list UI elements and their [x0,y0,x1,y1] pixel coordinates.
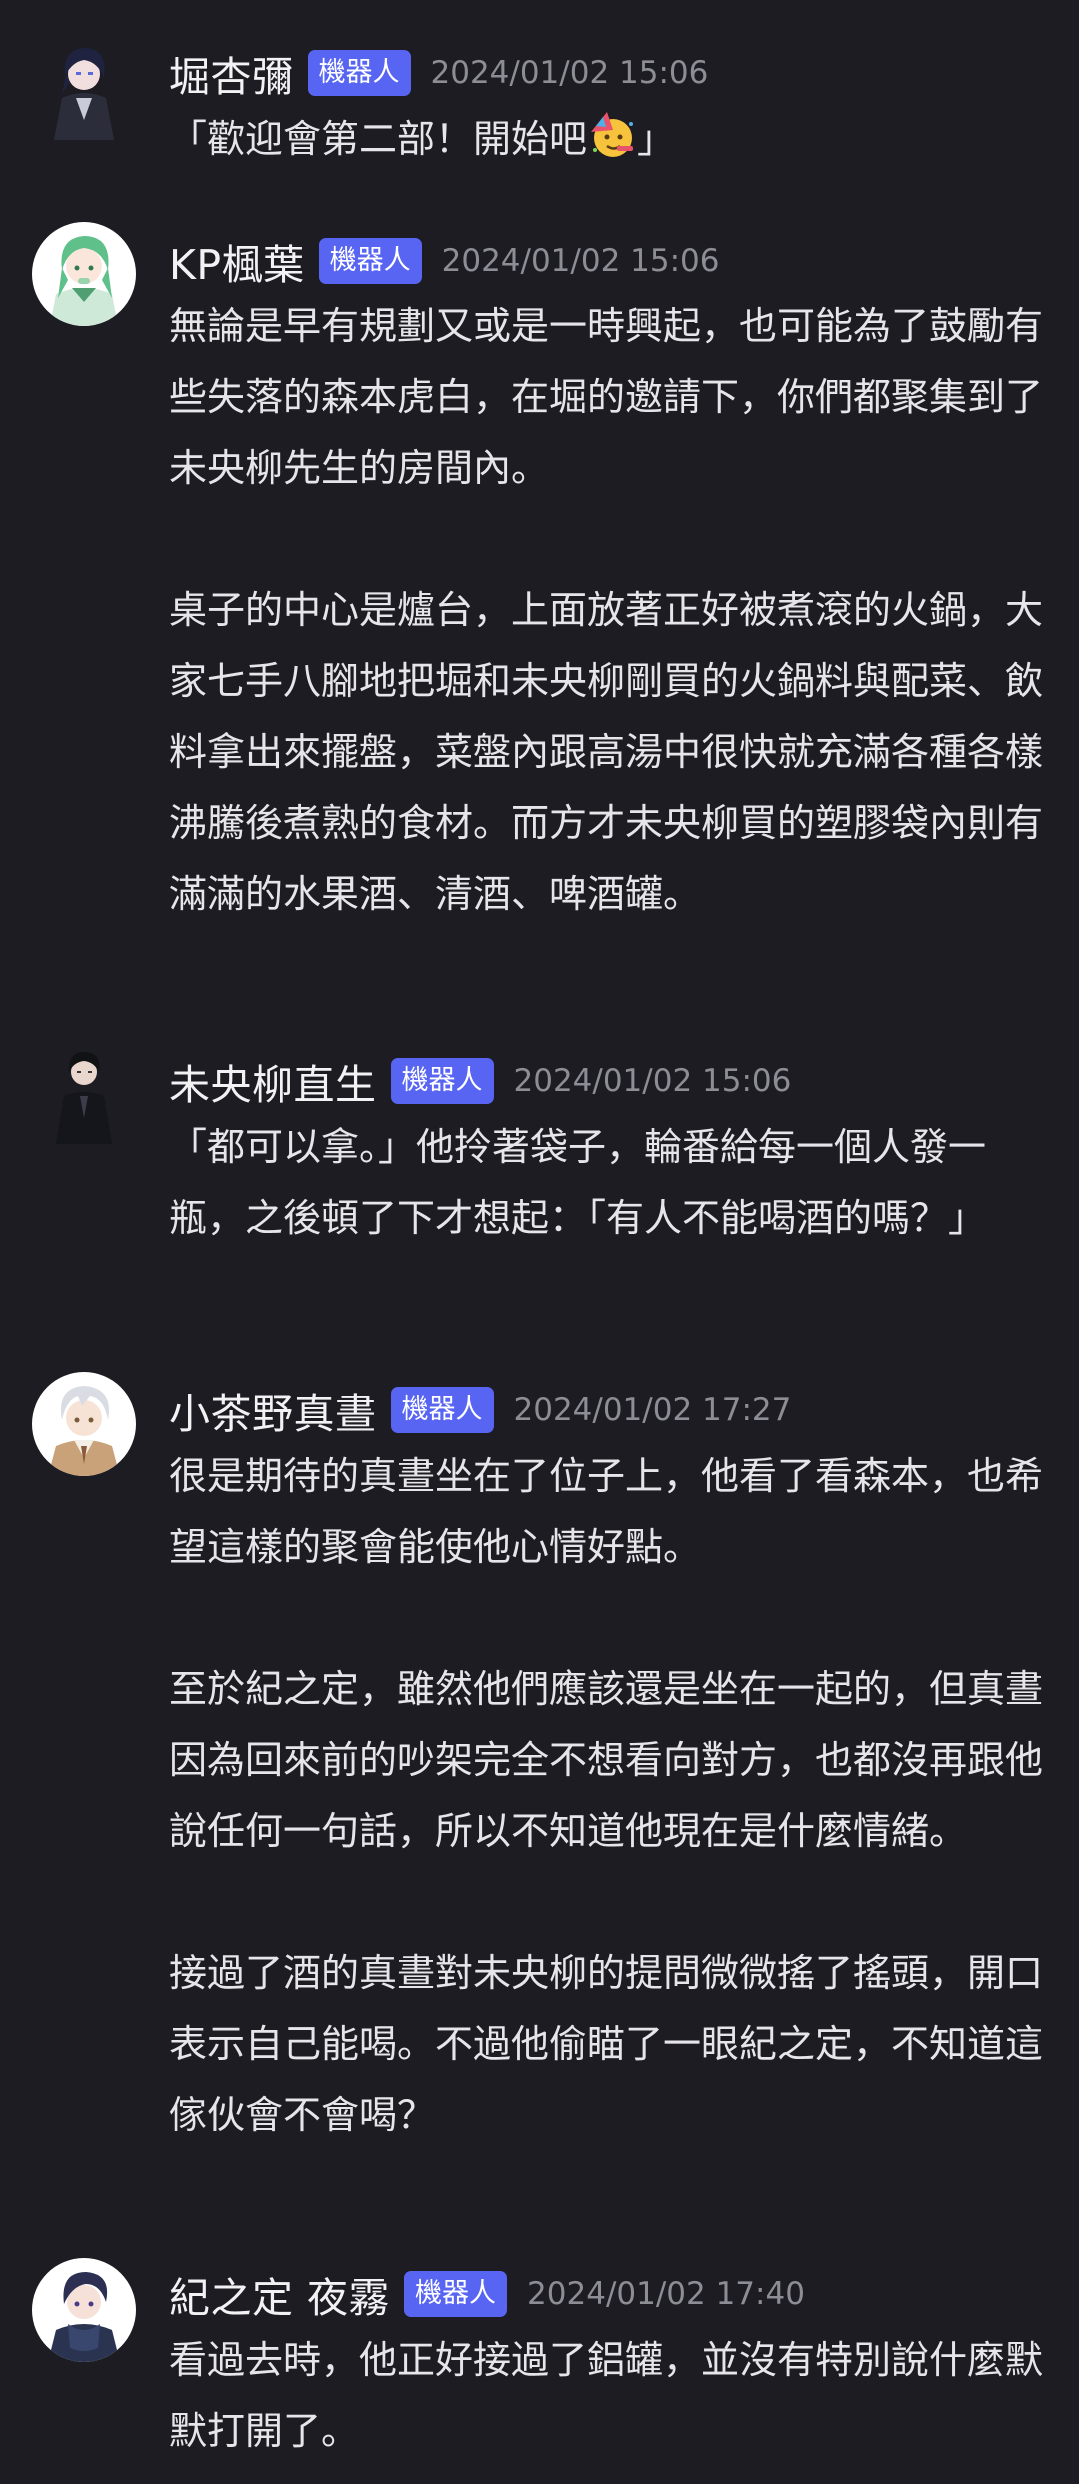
message-paragraph: 至於紀之定，雖然他們應該還是坐在一起的，但真晝因為回來前的吵架完全不想看向對方，… [169,1667,1044,1853]
avatar[interactable] [32,222,136,326]
message-header: 小茶野真晝 機器人 2024/01/02 17:27 [169,1380,791,1440]
message-paragraph: 看過去時，他正好接過了鋁罐，並沒有特別說什麼默默打開了。 [169,2338,1044,2453]
message-content: 很是期待的真晝坐在了位子上，他看了看森本，也希望這樣的聚會能使他心情好點。 至於… [169,1441,1059,2151]
author-name[interactable]: 未央柳直生 [169,1051,377,1111]
message-text-end: 」 [637,117,676,161]
author-name[interactable]: KP楓葉 [169,231,305,291]
message-paragraph: 「歡迎會第二部！開始吧 」 [169,104,1059,175]
message-paragraph: 「都可以拿。」他拎著袋子，輪番給每一個人發一瓶，之後頓了下才想起：「有人不能喝酒… [169,1125,987,1240]
message-header: KP楓葉 機器人 2024/01/02 15:06 [169,231,720,291]
bot-badge: 機器人 [307,50,411,96]
author-name[interactable]: 堀杏彌 [169,43,294,103]
avatar[interactable] [32,2258,136,2362]
avatar-biyouyanagi-icon [32,1040,136,1144]
message-content: 「歡迎會第二部！開始吧 」 [169,104,1059,175]
message-paragraph: 無論是早有規劃又或是一時興起，也可能為了鼓勵有些失落的森本虎白，在堀的邀請下，你… [169,304,1044,490]
bot-badge: 機器人 [404,2271,508,2317]
avatar-kinosada-icon [32,2258,136,2362]
avatar-kp-maple-icon [32,222,136,326]
message-paragraph: 桌子的中心是爐台，上面放著正好被煮滾的火鍋，大家七手八腳地把堀和未央柳剛買的火鍋… [169,588,1044,916]
avatar[interactable] [32,1040,136,1144]
bot-badge: 機器人 [390,1058,494,1104]
message-text: 「歡迎會第二部！開始吧 [169,117,588,161]
message-paragraph: 接過了酒的真晝對未央柳的提問微微搖了搖頭，開口表示自己能喝。不過他偷瞄了一眼紀之… [169,1951,1044,2137]
timestamp[interactable]: 2024/01/02 17:27 [514,1392,792,1428]
bot-badge: 機器人 [318,238,422,284]
message-paragraph: 很是期待的真晝坐在了位子上，他看了看森本，也希望這樣的聚會能使他心情好點。 [169,1454,1044,1569]
timestamp[interactable]: 2024/01/02 15:06 [514,1063,792,1099]
avatar-kochano-icon [32,1372,136,1476]
message-header: 未央柳直生 機器人 2024/01/02 15:06 [169,1051,791,1111]
avatar-hori-icon [32,36,136,140]
timestamp[interactable]: 2024/01/02 15:06 [442,243,720,279]
author-name[interactable]: 紀之定 夜霧 [169,2264,390,2324]
avatar[interactable] [32,1372,136,1476]
timestamp[interactable]: 2024/01/02 17:40 [527,2276,805,2312]
timestamp[interactable]: 2024/01/02 15:06 [431,55,709,91]
message-header: 紀之定 夜霧 機器人 2024/01/02 17:40 [169,2264,805,2324]
author-name[interactable]: 小茶野真晝 [169,1380,377,1440]
message-content: 「都可以拿。」他拎著袋子，輪番給每一個人發一瓶，之後頓了下才想起：「有人不能喝酒… [169,1112,1059,1254]
message-header: 堀杏彌 機器人 2024/01/02 15:06 [169,43,708,103]
message-content: 無論是早有規劃又或是一時興起，也可能為了鼓勵有些失落的森本虎白，在堀的邀請下，你… [169,291,1059,930]
partying-face-icon [587,110,637,160]
message-content: 看過去時，他正好接過了鋁罐，並沒有特別說什麼默默打開了。 [169,2325,1059,2467]
bot-badge: 機器人 [390,1387,494,1433]
avatar[interactable] [32,36,136,140]
